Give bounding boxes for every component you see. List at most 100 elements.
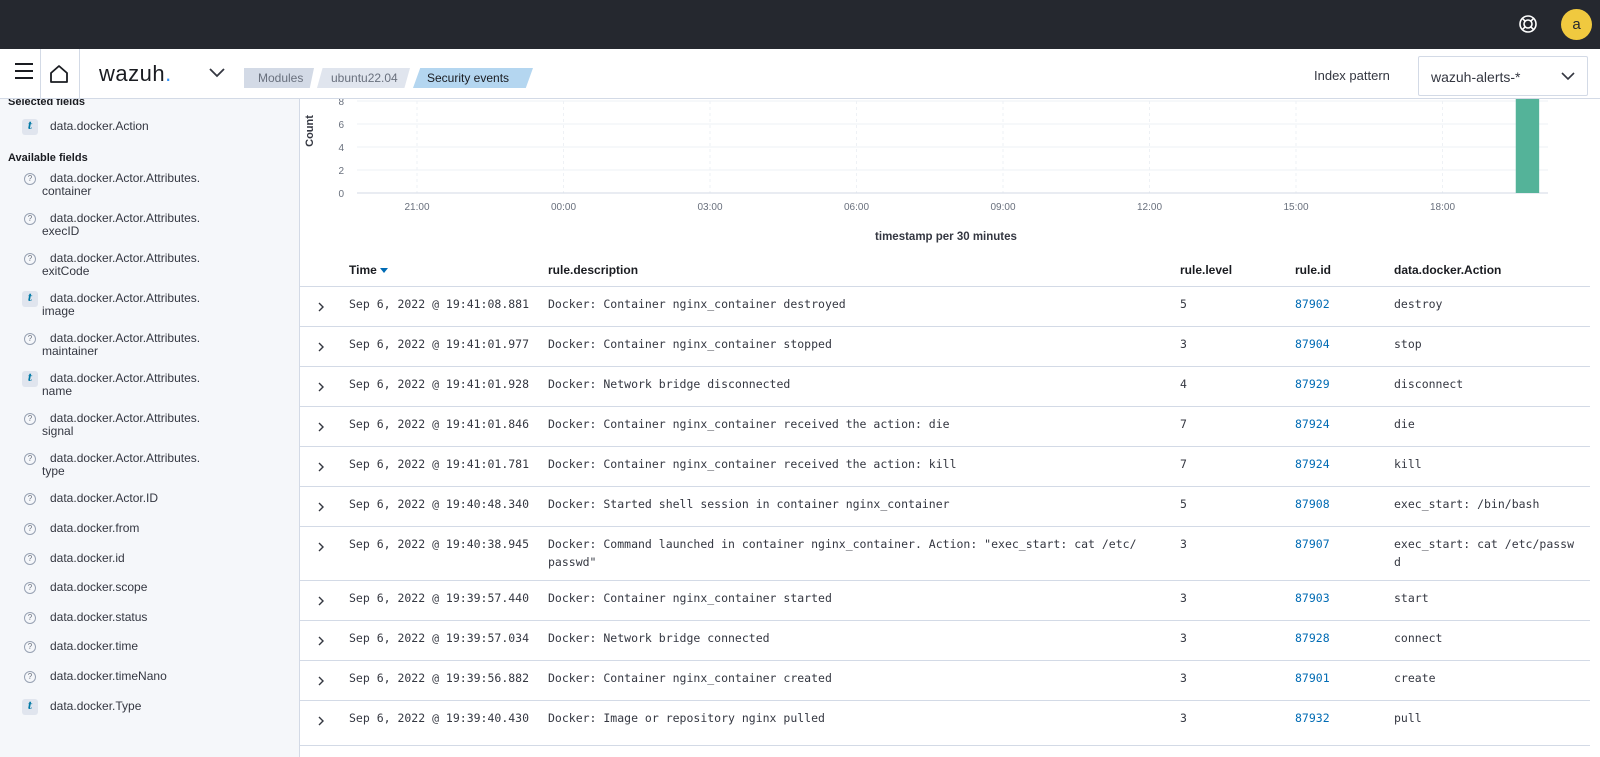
cell-rule-id-link[interactable]: 87902 xyxy=(1295,295,1330,313)
action-line: start xyxy=(1394,591,1429,605)
chevron-right-icon[interactable] xyxy=(315,635,327,647)
cell-rule-description: Docker: Image or repository nginx pulled xyxy=(548,709,1158,727)
index-pattern-select[interactable]: wazuh-alerts-* xyxy=(1418,56,1588,96)
table-row[interactable]: Sep 6, 2022 @ 19:41:01.846 Docker: Contai… xyxy=(300,407,1590,447)
wazuh-logo[interactable]: wazuh. xyxy=(99,61,172,87)
cell-time: Sep 6, 2022 @ 19:39:57.440 xyxy=(349,591,530,605)
table-row[interactable]: Sep 6, 2022 @ 19:41:01.977 Docker: Contai… xyxy=(300,327,1590,367)
cell-rule-id-link[interactable]: 87924 xyxy=(1295,455,1330,473)
chevron-down-icon[interactable] xyxy=(208,67,226,79)
user-avatar[interactable]: a xyxy=(1561,9,1592,40)
table-row[interactable]: Sep 6, 2022 @ 19:39:40.430 Docker: Image … xyxy=(300,701,1590,746)
unknown-type-glyph: ? xyxy=(24,641,36,653)
cell-time: Sep 6, 2022 @ 19:41:01.928 xyxy=(349,377,530,391)
unknown-type-glyph: ? xyxy=(24,333,36,345)
field-name-line: execID xyxy=(42,224,80,238)
cell-rule-id-link[interactable]: 87907 xyxy=(1295,535,1330,553)
column-header-rule-id[interactable]: rule.id xyxy=(1295,263,1331,277)
column-header-time[interactable]: Time xyxy=(349,263,389,277)
field-name-line: data.docker.Actor.ID xyxy=(50,491,159,505)
table-row[interactable]: Sep 6, 2022 @ 19:39:56.882 Docker: Contai… xyxy=(300,661,1590,701)
unknown-type-icon: ? xyxy=(22,551,38,567)
chevron-right-icon[interactable] xyxy=(315,595,327,607)
description-line: Docker: Container nginx_container destro… xyxy=(548,297,846,311)
table-row[interactable]: Sep 6, 2022 @ 19:40:48.340 Docker: Starte… xyxy=(300,487,1590,527)
field-name-line: data.docker.Type xyxy=(50,699,142,713)
table-row[interactable]: Sep 6, 2022 @ 19:39:57.440 Docker: Contai… xyxy=(300,581,1590,621)
action-line: kill xyxy=(1394,457,1422,471)
cell-rule-id-link[interactable]: 87904 xyxy=(1295,335,1330,353)
string-type-icon: t xyxy=(22,291,38,307)
cell-rule-level: 3 xyxy=(1180,671,1187,685)
chevron-right-icon[interactable] xyxy=(315,461,327,473)
unknown-type-glyph: ? xyxy=(24,213,36,225)
table-row[interactable]: Sep 6, 2022 @ 19:39:57.034 Docker: Networ… xyxy=(300,621,1590,661)
breadcrumb-agent[interactable]: ubuntu22.04 xyxy=(317,68,410,88)
column-header-docker-action[interactable]: data.docker.Action xyxy=(1394,263,1501,277)
divider xyxy=(40,49,41,99)
breadcrumb-modules[interactable]: Modules xyxy=(244,68,314,88)
action-line: disconnect xyxy=(1394,377,1464,391)
chevron-right-icon[interactable] xyxy=(315,501,327,513)
unknown-type-glyph: ? xyxy=(24,493,36,505)
cell-rule-level: 7 xyxy=(1180,417,1187,431)
field-name-line: exitCode xyxy=(42,264,90,278)
chevron-right-icon[interactable] xyxy=(315,421,327,433)
help-lifebuoy-icon[interactable] xyxy=(1518,14,1538,34)
column-header-rule-level[interactable]: rule.level xyxy=(1180,263,1232,277)
field-name-line: data.docker.Actor.Attributes. xyxy=(50,291,201,305)
chevron-right-icon[interactable] xyxy=(315,541,327,553)
cell-rule-description: Docker: Started shell session in contain… xyxy=(548,495,1158,513)
unknown-type-glyph: ? xyxy=(24,612,36,624)
field-name: data.docker.from xyxy=(50,522,250,535)
field-name: data.docker.id xyxy=(50,552,250,565)
menu-hamburger-icon[interactable] xyxy=(15,63,33,79)
chevron-right-icon[interactable] xyxy=(315,715,327,727)
cell-rule-level: 3 xyxy=(1180,711,1187,725)
logo-dot: . xyxy=(165,61,172,86)
cell-rule-level: 3 xyxy=(1180,537,1187,551)
column-header-rule-description[interactable]: rule.description xyxy=(548,263,638,277)
cell-rule-id-link[interactable]: 87908 xyxy=(1295,495,1330,513)
breadcrumb-security-events[interactable]: Security eventsi xyxy=(413,68,533,88)
chevron-right-icon[interactable] xyxy=(315,301,327,313)
cell-rule-id-link[interactable]: 87903 xyxy=(1295,589,1330,607)
home-icon[interactable] xyxy=(48,63,70,85)
cell-rule-id-link[interactable]: 87928 xyxy=(1295,629,1330,647)
cell-rule-description: Docker: Network bridge disconnected xyxy=(548,375,1158,393)
table-row[interactable]: Sep 6, 2022 @ 19:41:01.781 Docker: Contai… xyxy=(300,447,1590,487)
action-line: connect xyxy=(1394,631,1443,645)
field-name-line: signal xyxy=(42,424,74,438)
field-name-line: data.docker.Actor.Attributes. xyxy=(50,451,201,465)
histogram-bar[interactable] xyxy=(1515,99,1540,193)
table-row[interactable]: Sep 6, 2022 @ 19:41:01.928 Docker: Networ… xyxy=(300,367,1590,407)
cell-rule-id-link[interactable]: 87901 xyxy=(1295,669,1330,687)
x-tick-label: 18:00 xyxy=(1430,202,1455,213)
cell-docker-action: stop xyxy=(1394,335,1594,353)
main-content: 0 2 4 6 8 21:00 00:00 03:00 06:00 09:00 12:00 15:00… xyxy=(299,99,1600,757)
cell-rule-id-link[interactable]: 87924 xyxy=(1295,415,1330,433)
nav-bar: wazuh. Modules ubuntu22.04 Security even… xyxy=(0,49,1600,99)
sort-down-icon[interactable] xyxy=(380,268,389,274)
unknown-type-glyph: ? xyxy=(24,453,36,465)
action-line: create xyxy=(1394,671,1436,685)
chevron-right-icon[interactable] xyxy=(315,675,327,687)
available-fields-heading: Available fields xyxy=(8,152,88,164)
description-line: Docker: Image or repository nginx pulled xyxy=(548,711,825,725)
cell-rule-id-link[interactable]: 87932 xyxy=(1295,709,1330,727)
unknown-type-glyph: ? xyxy=(24,582,36,594)
field-name: data.docker.Action xyxy=(50,120,250,133)
action-line: pull xyxy=(1394,711,1422,725)
table-header: Time rule.description rule.level rule.id… xyxy=(300,255,1590,287)
table-row[interactable]: Sep 6, 2022 @ 19:40:38.945 Docker: Comman… xyxy=(300,527,1590,581)
unknown-type-glyph: ? xyxy=(24,413,36,425)
index-pattern-value: wazuh-alerts-* xyxy=(1431,69,1521,85)
cell-rule-description: Docker: Container nginx_container receiv… xyxy=(548,455,1158,473)
field-name-line: data.docker.id xyxy=(50,551,125,565)
cell-rule-description: Docker: Container nginx_container starte… xyxy=(548,589,1158,607)
chevron-right-icon[interactable] xyxy=(315,341,327,353)
field-name-line: data.docker.Actor.Attributes. xyxy=(50,211,201,225)
chevron-right-icon[interactable] xyxy=(315,381,327,393)
table-row[interactable]: Sep 6, 2022 @ 19:41:08.881 Docker: Contai… xyxy=(300,287,1590,327)
cell-rule-id-link[interactable]: 87929 xyxy=(1295,375,1330,393)
